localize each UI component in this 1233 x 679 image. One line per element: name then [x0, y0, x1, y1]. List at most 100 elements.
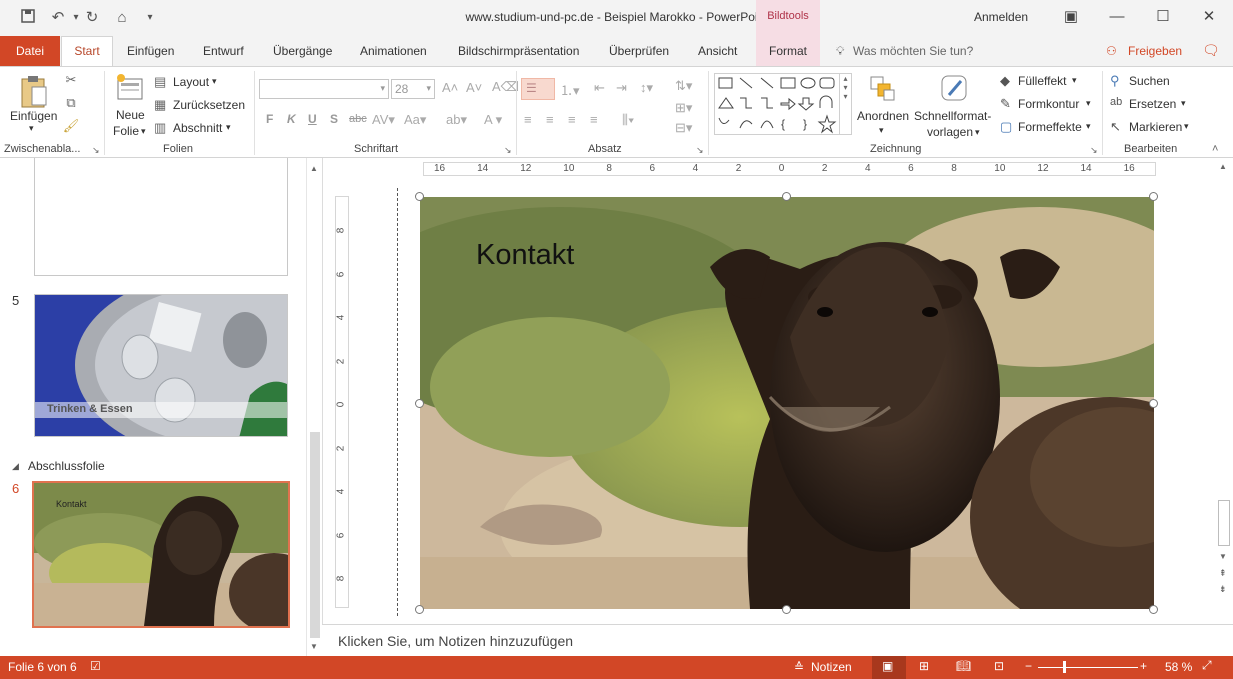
new-slide-dropdown-icon[interactable]: ▾ — [141, 126, 146, 137]
font-name-combo[interactable]: ▾ — [259, 79, 389, 99]
share-button[interactable]: Freigeben — [1128, 44, 1182, 58]
quick-styles-icon[interactable] — [938, 73, 970, 105]
italic-button[interactable]: K — [287, 112, 296, 126]
highlight-icon[interactable]: ab▾ — [446, 112, 467, 128]
slide-thumbnail-5[interactable]: Trinken & Essen — [34, 294, 288, 437]
resize-handle-e[interactable] — [1149, 399, 1158, 408]
zoom-slider-thumb[interactable] — [1063, 661, 1066, 673]
tab-view[interactable]: Ansicht — [698, 44, 737, 58]
align-right-icon[interactable]: ≡ — [568, 112, 576, 127]
zoom-slider[interactable] — [1038, 667, 1138, 668]
increase-indent-icon[interactable]: ⇥ — [616, 80, 627, 96]
notes-pane[interactable]: Klicken Sie, um Notizen hinzuzufügen — [322, 624, 1233, 656]
tab-insert[interactable]: Einfügen — [127, 44, 174, 58]
smartart-icon[interactable]: ⊟▾ — [675, 120, 692, 136]
paste-button[interactable]: Einfügen — [10, 109, 57, 123]
zoom-out-icon[interactable]: − — [1025, 659, 1032, 673]
shape-outline-button[interactable]: Formkontur — [1018, 97, 1079, 111]
resize-handle-s[interactable] — [782, 605, 791, 614]
scroll-up-icon[interactable]: ▲ — [1219, 162, 1227, 171]
tab-animations[interactable]: Animationen — [360, 44, 427, 58]
collapse-ribbon-icon[interactable]: ˄ — [1212, 143, 1218, 155]
select-button[interactable]: Markieren — [1129, 120, 1182, 134]
font-launcher-icon[interactable]: ↘ — [504, 145, 512, 156]
resize-handle-se[interactable] — [1149, 605, 1158, 614]
shape-effects-button[interactable]: Formeffekte — [1018, 120, 1082, 134]
clipboard-launcher-icon[interactable]: ↘ — [92, 145, 100, 156]
notes-placeholder[interactable]: Klicken Sie, um Notizen hinzuzufügen — [338, 633, 573, 649]
tab-file[interactable]: Datei — [0, 36, 60, 66]
new-slide-icon[interactable] — [114, 73, 146, 105]
layout-button[interactable]: Layout — [173, 75, 209, 89]
zoom-level[interactable]: 58 % — [1165, 660, 1192, 674]
minimize-icon[interactable]: — — [1094, 6, 1140, 28]
new-slide-button[interactable]: Neue — [116, 108, 145, 122]
thumbnail-scroll-thumb[interactable] — [310, 432, 320, 638]
shrink-font-icon[interactable]: A˅ — [466, 80, 482, 95]
char-spacing-icon[interactable]: AV▾ — [372, 112, 395, 128]
shape-fill-button[interactable]: Fülleffekt — [1018, 74, 1066, 88]
collapse-section-icon[interactable]: ◢ — [12, 461, 19, 472]
notes-toggle-button[interactable]: Notizen — [811, 660, 852, 674]
editor-scroll-thumb[interactable] — [1218, 500, 1230, 546]
arrange-icon[interactable] — [866, 73, 898, 105]
bullets-button[interactable]: ☰ — [521, 78, 555, 100]
replace-button[interactable]: Ersetzen — [1129, 97, 1176, 111]
align-left-icon[interactable]: ≡ — [524, 112, 532, 127]
decrease-indent-icon[interactable]: ⇤ — [594, 80, 605, 96]
resize-handle-n[interactable] — [782, 192, 791, 201]
sign-in-link[interactable]: Anmelden — [974, 10, 1028, 24]
comments-icon[interactable]: 🗨︎ — [1202, 42, 1220, 59]
copy-icon[interactable]: ⧉ — [62, 95, 80, 111]
format-painter-icon[interactable]: 🖌︎ — [62, 118, 80, 134]
thumbnail-scrollbar[interactable]: ▲ ▼ — [306, 158, 322, 656]
tab-slideshow[interactable]: Bildschirmpräsentation — [458, 44, 579, 58]
paste-dropdown-icon[interactable]: ▾ — [29, 123, 34, 134]
shapes-scroll[interactable]: ▴ ▾ ▾ — [839, 74, 851, 134]
align-center-icon[interactable]: ≡ — [546, 112, 554, 127]
spellcheck-icon[interactable]: ☑ — [90, 659, 101, 673]
fit-slide-icon[interactable]: ⤢ — [1202, 658, 1212, 673]
scroll-up-icon[interactable]: ▲ — [310, 164, 318, 173]
section-button[interactable]: Abschnitt — [173, 121, 222, 135]
resize-handle-w[interactable] — [415, 399, 424, 408]
quick-styles-button[interactable]: Schnellformat- — [914, 109, 991, 123]
tab-transitions[interactable]: Übergänge — [273, 44, 332, 58]
underline-button[interactable]: U — [308, 112, 317, 126]
reset-button[interactable]: Zurücksetzen — [173, 98, 245, 112]
font-size-combo[interactable]: 28 ▾ — [391, 79, 435, 99]
bold-button[interactable]: F — [266, 112, 273, 126]
previous-slide-icon[interactable]: ⇞ — [1219, 568, 1227, 579]
slide-thumbnail-4[interactable] — [34, 158, 288, 276]
columns-icon[interactable]: ⫼▾ — [622, 112, 634, 128]
slideshow-icon[interactable]: ⊡ — [994, 659, 1004, 673]
cut-icon[interactable]: ✂ — [62, 72, 80, 88]
numbering-icon[interactable]: ⒈▾ — [560, 80, 580, 99]
grow-font-icon[interactable]: A˄ — [442, 80, 458, 95]
clear-format-icon[interactable]: A⌫ — [492, 79, 519, 95]
zoom-in-icon[interactable]: + — [1140, 659, 1147, 673]
normal-view-button[interactable]: ▣ — [872, 656, 906, 679]
reading-view-icon[interactable]: 📖︎ — [956, 659, 971, 673]
paste-icon[interactable] — [16, 75, 52, 109]
resize-handle-nw[interactable] — [415, 192, 424, 201]
editor-scrollbar[interactable]: ▲ ▼ ⇞ ⇟ — [1216, 162, 1232, 602]
maximize-icon[interactable]: ☐ — [1140, 6, 1186, 28]
scroll-down-icon[interactable]: ▼ — [1219, 552, 1227, 561]
find-button[interactable]: Suchen — [1129, 74, 1170, 88]
slide-sorter-icon[interactable]: ⊞ — [919, 659, 929, 673]
section-header[interactable]: Abschlussfolie — [28, 459, 105, 473]
change-case-icon[interactable]: Aa▾ — [404, 112, 426, 128]
slide-thumbnail-6[interactable]: Kontakt — [32, 481, 290, 628]
resize-handle-sw[interactable] — [415, 605, 424, 614]
next-slide-icon[interactable]: ⇟ — [1219, 584, 1227, 595]
resize-handle-ne[interactable] — [1149, 192, 1158, 201]
tab-start[interactable]: Start — [61, 36, 113, 66]
close-icon[interactable]: ✕ — [1186, 6, 1232, 28]
shadow-button[interactable]: S — [330, 112, 338, 126]
scroll-down-icon[interactable]: ▼ — [310, 642, 318, 651]
drawing-launcher-icon[interactable]: ↘ — [1090, 145, 1098, 156]
line-spacing-icon[interactable]: ↕▾ — [640, 80, 653, 96]
tab-review[interactable]: Überprüfen — [609, 44, 669, 58]
strikethrough-button[interactable]: abc — [349, 113, 367, 125]
